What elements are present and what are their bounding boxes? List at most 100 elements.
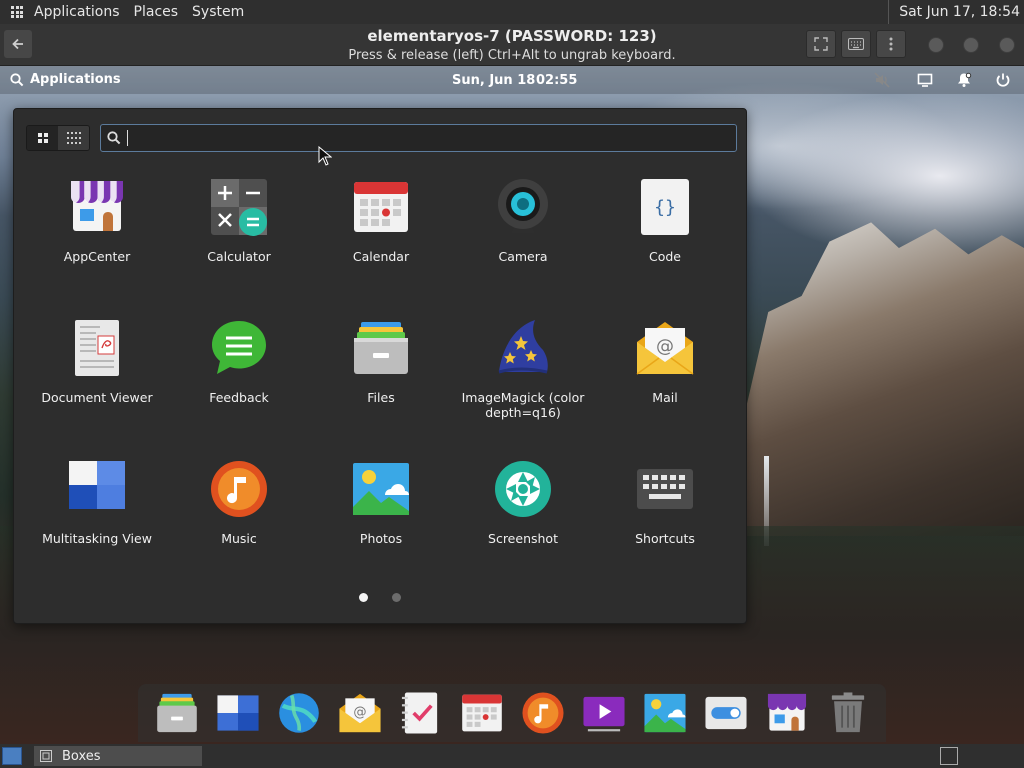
dense-grid-icon xyxy=(66,132,81,144)
fullscreen-icon xyxy=(814,37,828,51)
guest-date[interactable]: Sun, Jun 18 xyxy=(452,73,535,88)
maximize-button[interactable] xyxy=(963,37,979,53)
app-label: Document Viewer xyxy=(41,390,153,405)
app-label: Code xyxy=(648,249,681,264)
page-dot-1[interactable] xyxy=(359,593,368,602)
music-icon xyxy=(211,461,267,517)
host-top-panel: Applications Places System Sat Jun 17, 1… xyxy=(0,0,1024,24)
app-feedback[interactable]: Feedback xyxy=(168,318,310,459)
guest-top-panel: Applications Sun, Jun 18 02:55 xyxy=(0,66,1024,94)
apps-grid-icon[interactable] xyxy=(11,6,23,18)
mail-icon[interactable]: @ xyxy=(338,691,382,735)
grid-view-icon xyxy=(37,133,48,143)
host-menu-applications[interactable]: Applications xyxy=(27,0,127,24)
app-shortcuts[interactable]: Shortcuts xyxy=(594,459,736,600)
app-files[interactable]: Files xyxy=(310,318,452,459)
workspace-switcher[interactable] xyxy=(940,747,958,765)
appcenter-icon[interactable] xyxy=(765,691,809,735)
page-indicator xyxy=(14,593,746,602)
app-label: ImageMagick (color depth=q16) xyxy=(461,390,585,420)
app-music[interactable]: Music xyxy=(168,459,310,600)
minimize-button[interactable] xyxy=(928,37,944,53)
app-imagemagick[interactable]: ImageMagick (color depth=q16) xyxy=(452,318,594,459)
app-multitasking-view[interactable]: Multitasking View xyxy=(26,459,168,600)
mouse-cursor-icon xyxy=(318,146,332,166)
taskbar-item-boxes[interactable]: Boxes xyxy=(34,746,202,766)
imagemagick-icon xyxy=(498,320,548,374)
videos-icon[interactable] xyxy=(582,691,626,735)
menu-button[interactable] xyxy=(876,30,906,58)
document-viewer-icon xyxy=(75,320,119,376)
search-icon xyxy=(107,131,121,145)
settings-icon[interactable] xyxy=(704,691,748,735)
camera-icon xyxy=(498,179,548,233)
close-button[interactable] xyxy=(999,37,1015,53)
keyboard-button[interactable] xyxy=(841,30,871,58)
grid-view-button[interactable] xyxy=(27,126,58,150)
app-label: Music xyxy=(221,531,257,546)
app-appcenter[interactable]: AppCenter xyxy=(26,177,168,318)
app-calculator[interactable]: Calculator xyxy=(168,177,310,318)
web-browser-icon[interactable] xyxy=(277,691,321,735)
display-icon[interactable] xyxy=(917,72,933,88)
files-icon[interactable] xyxy=(155,691,199,735)
app-photos[interactable]: Photos xyxy=(310,459,452,600)
app-screenshot[interactable]: Screenshot xyxy=(452,459,594,600)
wallpaper-mountain xyxy=(746,222,1024,536)
multitasking-icon[interactable] xyxy=(216,691,260,735)
power-icon[interactable] xyxy=(995,72,1011,88)
app-camera[interactable]: Camera xyxy=(452,177,594,318)
calendar-icon[interactable] xyxy=(460,691,504,735)
app-code[interactable]: {} Code xyxy=(594,177,736,318)
appcenter-icon xyxy=(71,181,123,231)
app-grid: AppCenter Calculator Calendar Camera {} … xyxy=(26,177,736,600)
svg-text:@: @ xyxy=(656,336,674,357)
music-icon[interactable] xyxy=(521,691,565,735)
guest-applications-button[interactable]: Applications xyxy=(10,72,121,87)
host-taskbar: Boxes xyxy=(0,744,1024,768)
feedback-icon xyxy=(212,321,266,374)
guest-applications-label: Applications xyxy=(30,72,121,87)
host-clock[interactable]: Sat Jun 17, 18:54 xyxy=(888,0,1020,24)
photos-icon xyxy=(353,463,409,515)
mail-icon: @ xyxy=(636,322,694,375)
notifications-icon[interactable] xyxy=(956,72,972,88)
dock: @ xyxy=(138,684,886,742)
photos-icon[interactable] xyxy=(643,691,687,735)
app-label: Screenshot xyxy=(488,531,558,546)
tasks-icon[interactable] xyxy=(399,691,443,735)
view-toggle xyxy=(26,125,90,151)
category-view-button[interactable] xyxy=(58,126,89,150)
svg-text:@: @ xyxy=(353,705,366,720)
app-label: AppCenter xyxy=(63,249,131,264)
text-caret xyxy=(127,130,128,146)
shortcuts-icon xyxy=(637,469,693,509)
search-field[interactable] xyxy=(100,124,737,152)
app-label: Calculator xyxy=(207,249,271,264)
app-label: Mail xyxy=(652,390,678,405)
code-icon: {} xyxy=(641,179,689,235)
app-label: Photos xyxy=(359,531,403,546)
host-menu-places[interactable]: Places xyxy=(127,0,186,24)
search-icon xyxy=(10,72,24,86)
app-mail[interactable]: @ Mail xyxy=(594,318,736,459)
app-label: Feedback xyxy=(209,390,269,405)
app-label: Multitasking View xyxy=(42,531,152,546)
app-document-viewer[interactable]: Document Viewer xyxy=(26,318,168,459)
host-menu-system[interactable]: System xyxy=(185,0,251,24)
vm-display[interactable]: Applications Sun, Jun 18 02:55 AppCenter… xyxy=(0,66,1024,744)
search-input[interactable] xyxy=(136,130,726,146)
keyboard-icon xyxy=(848,38,864,50)
page-dot-2[interactable] xyxy=(392,593,401,602)
fullscreen-button[interactable] xyxy=(806,30,836,58)
svg-text:{}: {} xyxy=(654,197,676,218)
show-desktop-button[interactable] xyxy=(2,747,22,765)
sound-muted-icon[interactable] xyxy=(874,72,890,88)
app-calendar[interactable]: Calendar xyxy=(310,177,452,318)
trash-icon[interactable] xyxy=(826,691,870,735)
guest-time[interactable]: 02:55 xyxy=(536,73,577,88)
boxes-icon xyxy=(40,750,52,762)
app-label: Camera xyxy=(498,249,548,264)
applications-menu: AppCenter Calculator Calendar Camera {} … xyxy=(13,108,747,624)
taskbar-item-label: Boxes xyxy=(62,748,101,764)
